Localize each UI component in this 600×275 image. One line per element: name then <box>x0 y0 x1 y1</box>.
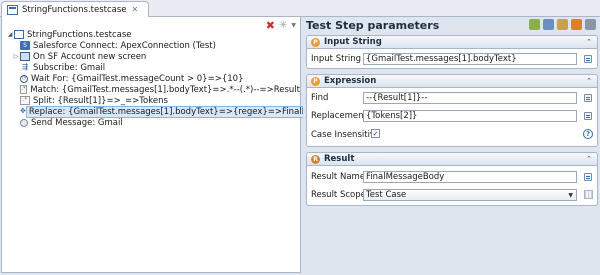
tree-item-label: Send Message: Gmail <box>31 117 123 128</box>
tree-item-split[interactable]: .* Split: {Result[1]}=>_=>Tokens <box>6 95 300 106</box>
page-title: Test Step parameters <box>306 18 440 32</box>
clock-icon: ◷ <box>20 74 28 83</box>
input-string-section: P Input String ⌃ Input String {GmailTest… <box>306 35 598 69</box>
tree-item-label: Salesforce Connect: ApexConnection (Test… <box>33 40 216 51</box>
testcase-file-icon <box>14 30 24 39</box>
tree-item-label: Match: {GmailTest.messages[1].bodyText}=… <box>30 84 300 95</box>
collapse-section-icon[interactable]: ⌃ <box>586 38 592 46</box>
parameter-icon: P <box>311 76 320 86</box>
parameter-icon: P <box>311 37 320 47</box>
collapse-section-icon[interactable]: ⌃ <box>586 155 592 163</box>
input-string-section-header[interactable]: P Input String ⌃ <box>307 36 597 49</box>
regex-icon: .* <box>20 85 28 94</box>
chevron-down-icon[interactable]: ▼ <box>291 22 296 29</box>
tree-root[interactable]: ◢ StringFunctions.testcase <box>6 29 300 40</box>
test-step-tree: ◢ StringFunctions.testcase S Salesforce … <box>6 29 364 128</box>
tree-item-replace[interactable]: ✥ Replace: {GmailTest.messages[1].bodyTe… <box>6 105 364 118</box>
test-step-parameters-panel: Test Step parameters P Input String ⌃ In… <box>303 17 600 275</box>
result-scope-value: Test Case <box>366 190 407 200</box>
expression-editor-icon <box>584 54 592 63</box>
expression-editor-icon <box>584 93 592 102</box>
tree-item-on-sf-account[interactable]: ▷ On SF Account new screen <box>6 51 300 62</box>
test-steps-panel: ✖ ✳ ▼ ◢ StringFunctions.testcase S Sales… <box>1 17 364 273</box>
properties-icon[interactable] <box>557 19 568 30</box>
result-scope-select[interactable]: Test Case ▼ <box>363 189 577 201</box>
subscribe-icon: ⇶ <box>22 63 28 71</box>
result-name-expression-button[interactable] <box>582 171 594 182</box>
tree-item-label: Subscribe: Gmail <box>33 62 106 73</box>
expand-toggle-icon[interactable]: ▷ <box>12 53 20 60</box>
run-step-icon[interactable] <box>529 19 540 30</box>
section-title: Result <box>324 154 355 164</box>
result-icon: R <box>311 154 320 164</box>
parameters-header: Test Step parameters <box>306 18 598 32</box>
expression-editor-icon <box>584 172 592 181</box>
send-message-icon <box>20 118 28 127</box>
tree-item-subscribe[interactable]: ⇶ Subscribe: Gmail <box>6 62 300 73</box>
collapse-section-icon[interactable]: ⌃ <box>586 77 592 85</box>
replacement-expression-button[interactable] <box>582 110 594 121</box>
settings-icon[interactable] <box>585 19 596 30</box>
tree-item-label: Split: {Result[1]}=>_=>Tokens <box>33 95 168 106</box>
replacement-field[interactable]: {Tokens[2]} <box>363 110 577 122</box>
tab-stringfunctions[interactable]: StringFunctions.testcase ✕ <box>1 1 149 17</box>
find-field[interactable]: --{Result[1]}-- <box>363 92 577 104</box>
section-title: Input String <box>324 37 382 47</box>
result-scope-label: Result Scope <box>311 190 366 200</box>
tab-label: StringFunctions.testcase <box>22 4 127 15</box>
input-string-field[interactable]: {GmailTest.messages[1].bodyText} <box>363 53 577 65</box>
regex-icon: .* <box>20 96 30 105</box>
find-expression-button[interactable] <box>582 92 594 103</box>
tree-item-label: On SF Account new screen <box>33 51 147 62</box>
close-tab-icon[interactable]: ✕ <box>132 5 139 14</box>
result-section: R Result ⌃ Result Name FinalMessageBody … <box>306 152 598 206</box>
case-insensitive-checkbox[interactable]: ✓ <box>371 129 380 138</box>
tree-item-salesforce-connect[interactable]: S Salesforce Connect: ApexConnection (Te… <box>6 40 300 51</box>
find-label: Find <box>311 93 329 103</box>
result-section-header[interactable]: R Result ⌃ <box>307 153 597 166</box>
replacement-label: Replacement <box>311 111 367 121</box>
grid-icon[interactable] <box>584 190 593 199</box>
screen-icon <box>20 52 30 61</box>
tree-item-match[interactable]: .* Match: {GmailTest.messages[1].bodyTex… <box>6 84 300 95</box>
input-string-label: Input String <box>311 54 362 64</box>
result-name-label: Result Name <box>311 172 366 182</box>
result-name-field[interactable]: FinalMessageBody <box>363 171 577 183</box>
input-string-expression-button[interactable] <box>582 53 594 64</box>
salesforce-icon: S <box>20 41 30 50</box>
tree-item-label: Wait For: {GmailTest.messageCount > 0}=>… <box>31 73 244 84</box>
expression-editor-icon <box>584 111 592 120</box>
testcase-file-icon <box>7 4 18 15</box>
expression-section: P Expression ⌃ Find --{Result[1]}-- Repl… <box>306 74 598 147</box>
expression-section-header[interactable]: P Expression ⌃ <box>307 75 597 88</box>
section-title: Expression <box>324 76 377 86</box>
parameters-toolbar <box>529 19 596 30</box>
collapse-toggle-icon[interactable]: ◢ <box>6 31 14 38</box>
tree-item-send-message[interactable]: Send Message: Gmail <box>6 117 300 128</box>
result-icon[interactable] <box>571 19 582 30</box>
tree-item-wait-for[interactable]: ◷ Wait For: {GmailTest.messageCount > 0}… <box>6 73 300 84</box>
help-icon[interactable]: ? <box>583 129 593 139</box>
chevron-down-icon[interactable]: ▼ <box>568 191 573 201</box>
options-icon[interactable] <box>543 19 554 30</box>
editor-tabbar: StringFunctions.testcase ✕ <box>0 0 600 17</box>
case-insensitive-label: Case Insensitive <box>311 130 381 140</box>
tree-root-label: StringFunctions.testcase <box>27 29 132 40</box>
